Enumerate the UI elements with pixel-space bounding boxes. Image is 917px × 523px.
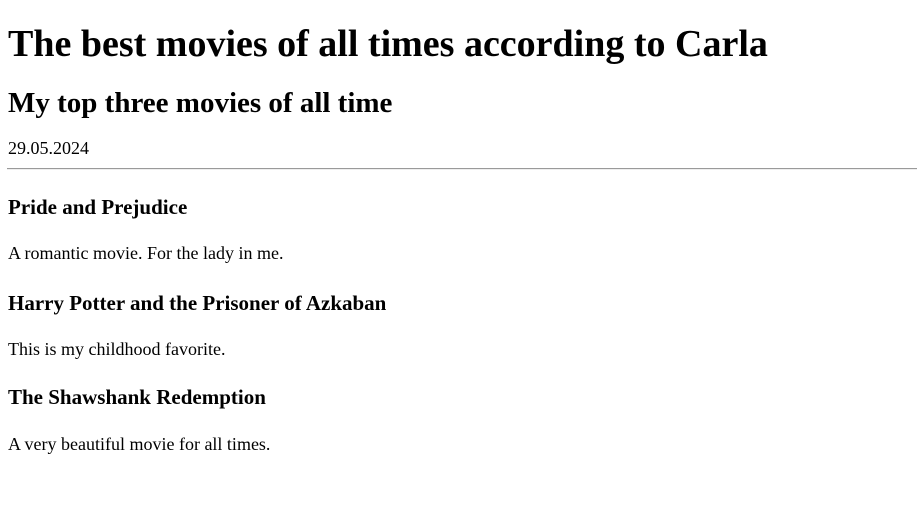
- movie-item: Harry Potter and the Prisoner of Azkaban…: [8, 264, 917, 360]
- movie-item: The Shawshank Redemption A very beautifu…: [8, 360, 917, 455]
- movie-item: Pride and Prejudice A romantic movie. Fo…: [8, 170, 917, 264]
- movie-title: The Shawshank Redemption: [8, 385, 266, 409]
- movie-description: This is my childhood favorite.: [8, 339, 226, 359]
- movie-list: Pride and Prejudice A romantic movie. Fo…: [8, 170, 917, 455]
- page-subtitle: My top three movies of all time: [8, 87, 393, 119]
- movie-description: A very beautiful movie for all times.: [8, 434, 271, 454]
- movie-title: Harry Potter and the Prisoner of Azkaban: [8, 291, 387, 315]
- movie-title: Pride and Prejudice: [8, 195, 188, 219]
- post-date: 29.05.2024: [8, 138, 89, 158]
- movie-description: A romantic movie. For the lady in me.: [8, 243, 284, 263]
- page-title: The best movies of all times according t…: [8, 23, 768, 65]
- page-container: The best movies of all times according t…: [0, 0, 917, 523]
